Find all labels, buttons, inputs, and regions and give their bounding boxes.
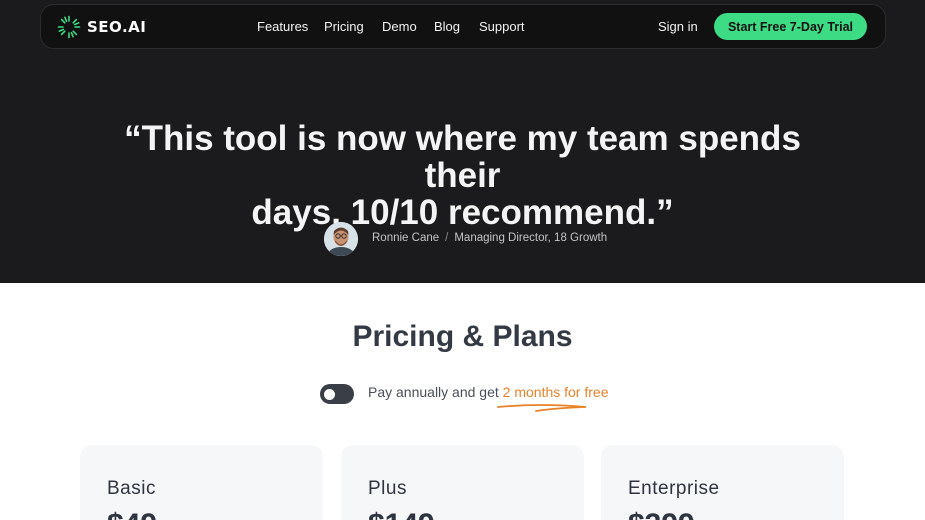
- top-navbar: SEO.AI Features Pricing Demo Blog Suppor…: [40, 4, 886, 49]
- plan-card-basic[interactable]: Basic $49: [80, 445, 323, 520]
- user-avatar: [324, 222, 358, 256]
- brand-name: SEO.AI: [87, 18, 147, 36]
- annual-billing-toggle[interactable]: [320, 384, 354, 404]
- pricing-title: Pricing & Plans: [352, 320, 573, 353]
- plan-name: Enterprise: [628, 478, 720, 499]
- nav-link-blog[interactable]: Blog: [434, 19, 460, 34]
- nav-link-features[interactable]: Features: [257, 19, 308, 34]
- author-title: Managing Director, 18 Growth: [454, 232, 608, 244]
- hero-section: SEO.AI Features Pricing Demo Blog Suppor…: [0, 0, 925, 283]
- quote-line-1: “This tool is now where my team spends t…: [124, 119, 801, 195]
- plan-card-plus[interactable]: Plus $149: [341, 445, 584, 520]
- plan-price: $399: [628, 508, 695, 520]
- nav-link-demo[interactable]: Demo: [382, 19, 417, 34]
- author-separator: /: [445, 232, 449, 244]
- toggle-knob: [324, 389, 335, 400]
- testimonial-quote: “This tool is now where my team spends t…: [100, 120, 825, 231]
- sign-in-link[interactable]: Sign in: [658, 19, 698, 34]
- burst-logo-icon: [57, 15, 81, 39]
- nav-link-pricing[interactable]: Pricing: [324, 19, 364, 34]
- plan-price: $149: [368, 508, 435, 520]
- billing-highlight: 2 months for free: [502, 384, 609, 400]
- annual-billing-label: Pay annually and get 2 months for free: [368, 384, 608, 400]
- plan-name: Basic: [107, 478, 156, 499]
- billing-prefix: Pay annually and get: [368, 384, 503, 400]
- plan-name: Plus: [368, 478, 407, 499]
- squiggle-underline-icon: [497, 404, 587, 412]
- testimonial-author: Ronnie Cane / Managing Director, 18 Growth: [372, 232, 607, 244]
- plan-price: $49: [107, 508, 157, 520]
- author-name: Ronnie Cane: [372, 232, 440, 244]
- brand-logo[interactable]: SEO.AI: [57, 15, 146, 39]
- nav-link-support[interactable]: Support: [479, 19, 525, 34]
- plan-card-enterprise[interactable]: Enterprise $399: [601, 445, 844, 520]
- start-trial-button[interactable]: Start Free 7-Day Trial: [714, 13, 867, 40]
- quote-line-2: days. 10/10 recommend.”: [251, 193, 674, 232]
